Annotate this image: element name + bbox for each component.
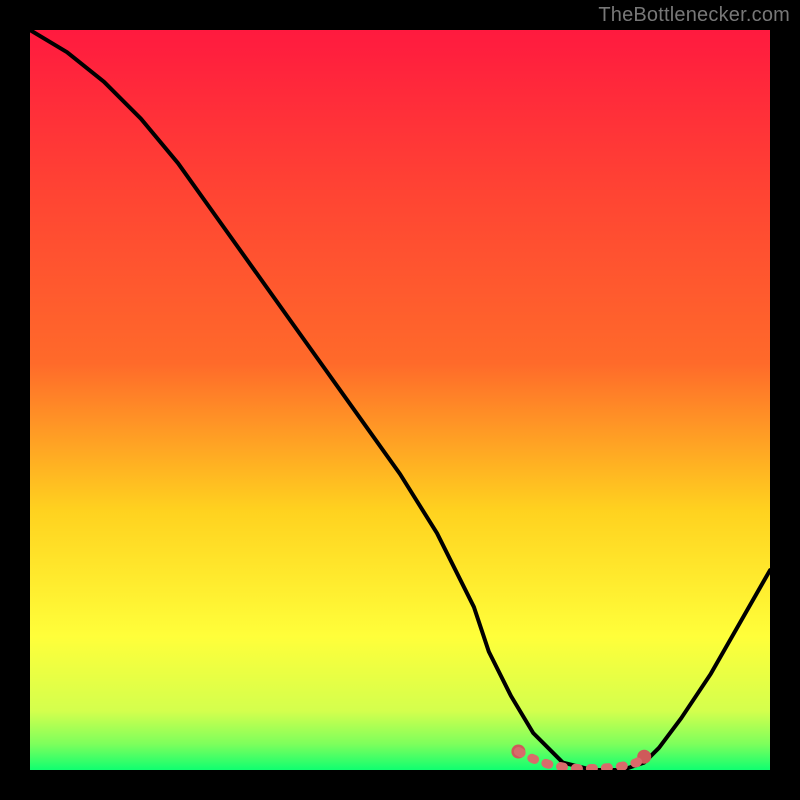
bottleneck-chart: [30, 30, 770, 770]
watermark-text: TheBottlenecker.com: [598, 4, 790, 27]
gradient-background: [30, 30, 770, 770]
chart-area: [30, 30, 770, 770]
